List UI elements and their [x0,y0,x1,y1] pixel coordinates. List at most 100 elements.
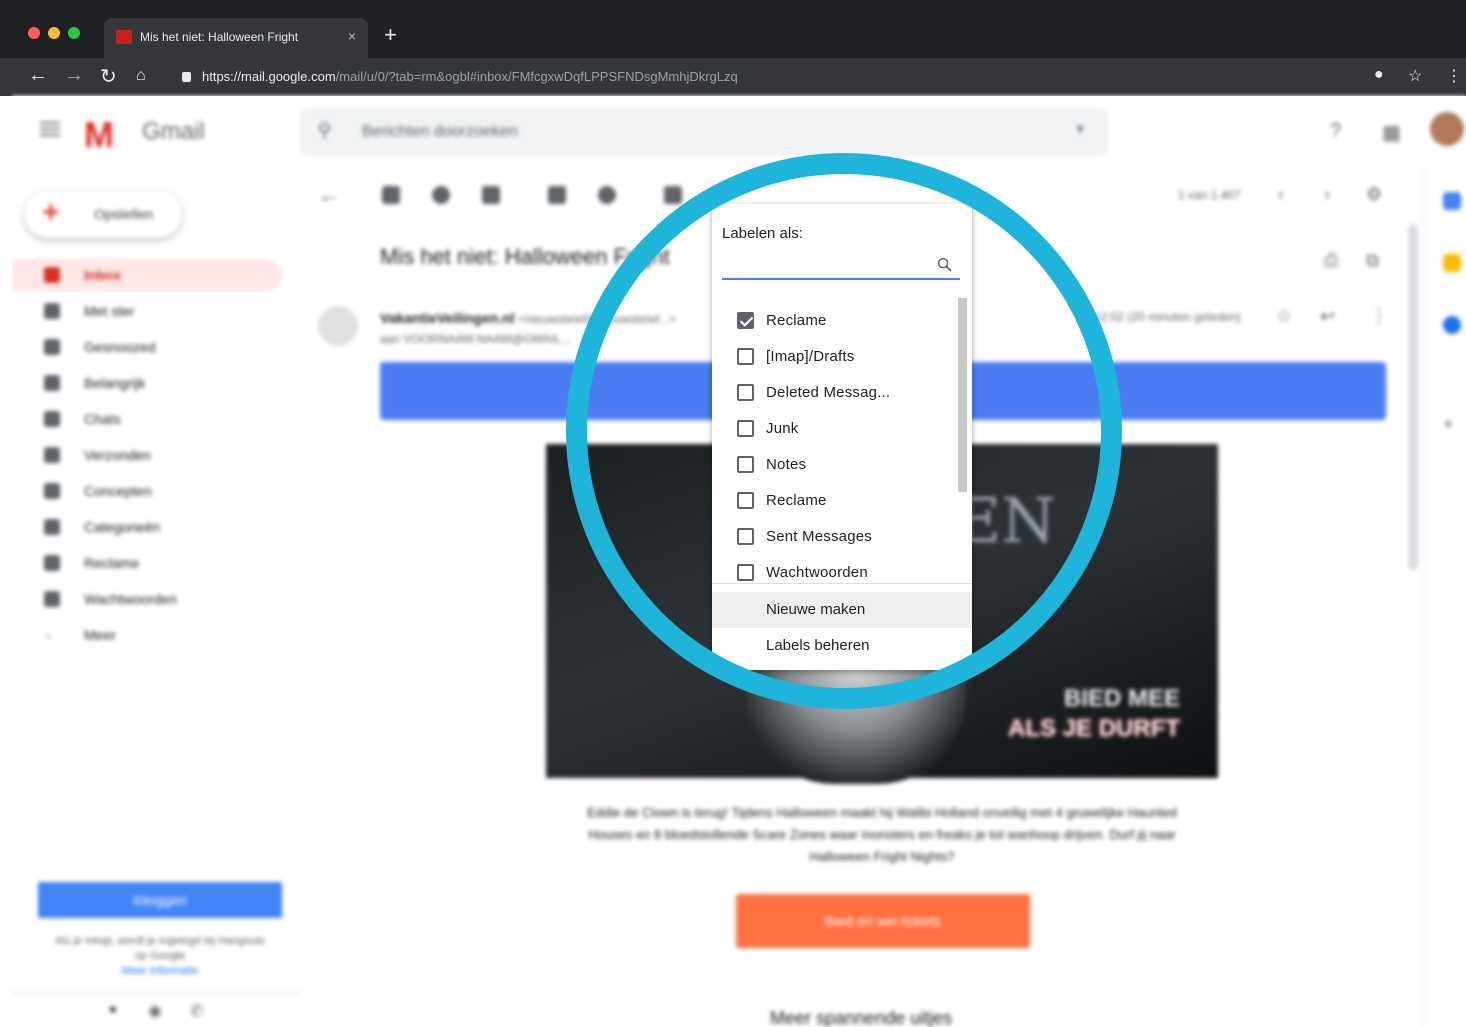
clock-icon [44,339,60,355]
next-page-icon[interactable]: › [1324,184,1330,205]
delete-icon[interactable] [482,186,500,204]
url-path: /mail/u/0/?tab=rm&ogbl#inbox/FMfcgxwDqfL… [335,69,738,84]
main-menu-icon[interactable] [40,122,60,136]
new-tab-button[interactable]: + [384,22,397,48]
account-avatar[interactable] [1430,112,1464,146]
page-count: 1 van 1.407 [1178,188,1241,202]
mail-search-input[interactable]: ⚲ Berichten doorzoeken ▼ [300,108,1108,156]
forward-icon[interactable]: → [64,64,84,87]
back-to-inbox-icon[interactable]: ← [318,182,340,208]
tab-close-icon[interactable]: × [348,28,356,44]
hero-tagline: BIED MEE ALS JE DURFT [1008,684,1180,744]
gmail-header: M Gmail ⚲ Berichten doorzoeken ▼ ? ▦ [12,96,1466,168]
reply-icon[interactable]: ↩ [1320,306,1335,327]
maximize-window-button[interactable] [68,27,80,39]
sidebar-item-label: Wachtwoorden [84,591,177,607]
prev-page-icon[interactable]: ‹ [1278,184,1284,205]
move-to-icon[interactable] [664,186,682,204]
compose-button[interactable]: + Opstellen [24,190,182,238]
star-icon[interactable]: ☆ [1276,306,1292,327]
help-icon[interactable]: ? [1330,120,1341,143]
label-icon [44,591,60,607]
login-note-text: Als je inlogt, wordt je ingelogd bij Han… [55,935,265,962]
search-options-icon[interactable]: ▼ [1074,122,1086,136]
url-host: https://mail.google.com [202,69,336,84]
gmail-logo-icon[interactable]: M [84,114,114,156]
sidebar-item-label: Belangrijk [84,375,146,391]
more-info-link[interactable]: Meer informatie [122,965,198,977]
sidebar-item-inbox[interactable]: Inbox [12,259,282,291]
sidebar-item-important[interactable]: Belangrijk [12,367,282,399]
sidebar-item-reclame[interactable]: Reclame [12,547,282,579]
sender-avatar [318,306,358,346]
menu-dots-icon[interactable]: ⋮ [1446,66,1462,86]
search-placeholder: Berichten doorzoeken [362,123,518,140]
phone-icon[interactable]: ✆ [190,1001,203,1021]
more-options-icon[interactable]: ⋮ [1370,306,1388,327]
minimize-window-button[interactable] [48,27,60,39]
mark-unread-icon[interactable] [548,186,566,204]
star-bookmark-icon[interactable]: ☆ [1408,66,1422,86]
search-icon[interactable]: ⚲ [318,120,331,141]
settings-gear-icon[interactable]: ⚙ [1366,184,1382,205]
hero-tagline-line1: BIED MEE [1064,685,1181,712]
sidebar-item-categories[interactable]: Categorieën [12,511,282,543]
lock-icon [182,72,191,82]
sidebar-item-snoozed[interactable]: Gesnoozed [12,331,282,363]
snooze-icon[interactable] [598,186,616,204]
archive-icon[interactable] [382,186,400,204]
tasks-icon[interactable] [1443,316,1461,334]
sidebar-item-label: Reclame [84,555,140,571]
add-addon-icon[interactable]: + [1443,414,1461,434]
sidebar-item-label: Inbox [84,267,122,283]
message-scrollbar[interactable] [1408,224,1418,570]
close-window-button[interactable] [28,27,40,39]
star-icon [44,303,60,319]
send-icon [44,447,60,463]
gmail-favicon-icon [116,30,132,44]
hangouts-login-button[interactable]: Inloggen [38,882,282,918]
chat-icon [44,411,60,427]
tab-title: Mis het niet: Halloween Fright [140,30,299,44]
print-icon[interactable]: ⎙ [1324,250,1338,271]
report-spam-icon[interactable] [432,186,450,204]
sidebar-item-label: Met ster [84,303,135,319]
sidebar-item-starred[interactable]: Met ster [12,295,282,327]
sidebar-item-drafts[interactable]: Concepten [12,475,282,507]
gmail-logo-text[interactable]: Gmail [142,118,205,146]
calendar-icon[interactable] [1443,192,1461,210]
hero-tagline-line2: ALS JE DURFT [1008,715,1181,742]
sidebar-item-more[interactable]: ⌄ Meer [12,619,282,651]
sidebar-item-label: Chats [84,411,121,427]
sidebar-item-label: Categorieën [84,519,161,535]
side-panel-rail: + [1422,168,1466,1027]
email-timestamp: 12:02 (20 minuten geleden) [1094,310,1241,324]
url-field[interactable]: https://mail.google.com/mail/u/0/?tab=rm… [172,64,1352,90]
highlight-ring [566,153,1122,709]
important-icon [44,375,60,391]
home-icon[interactable]: ⌂ [136,67,146,85]
hangouts-icon[interactable]: ◉ [148,1001,162,1021]
browser-tab[interactable]: Mis het niet: Halloween Fright × [104,18,368,58]
sidebar-item-sent[interactable]: Verzonden [12,439,282,471]
open-in-new-window-icon[interactable]: ⧉ [1366,250,1379,271]
sidebar-item-chats[interactable]: Chats [12,403,282,435]
person-icon[interactable]: ● [108,1001,118,1019]
sidebar-item-label: Verzonden [84,447,151,463]
recipient-line[interactable]: aan VOORNAAM.NAAM@GMAIL... [380,332,571,346]
back-icon[interactable]: ← [28,64,48,87]
label-icon [44,555,60,571]
sidebar-item-wachtwoorden[interactable]: Wachtwoorden [12,583,282,615]
bid-win-tickets-button[interactable]: Bied en win tickets [736,894,1030,948]
browser-address-bar: ← → ↻ ⌂ https://mail.google.com/mail/u/0… [0,58,1466,96]
reload-icon[interactable]: ↻ [100,64,117,89]
sender-name-text: VakantieVeilingen.nl [380,310,515,326]
inbox-icon [44,267,60,283]
compose-label: Opstellen [94,206,154,222]
browser-tab-bar: Mis het niet: Halloween Fright × + [0,0,1466,58]
apps-grid-icon[interactable]: ▦ [1382,120,1401,145]
keep-icon[interactable] [1443,254,1461,272]
key-icon[interactable]: ● [1374,66,1384,84]
sidebar-item-label: Concepten [84,483,152,499]
more-outings-heading: Meer spannende uitjes [770,1008,953,1027]
